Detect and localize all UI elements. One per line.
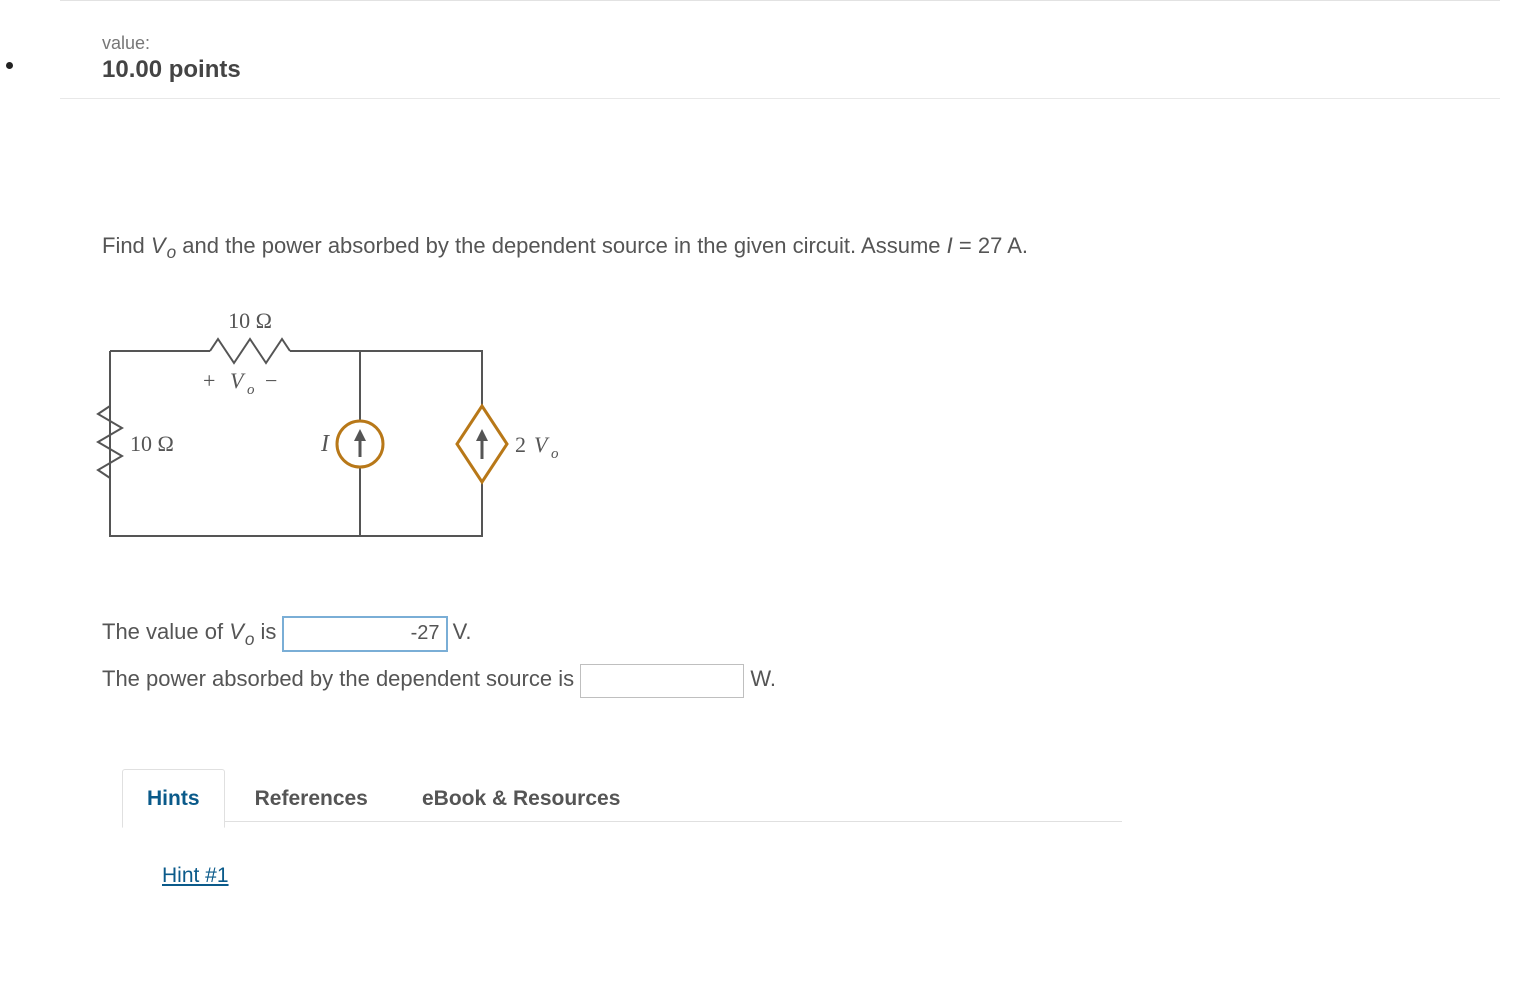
answer-label: is	[254, 619, 282, 644]
vo-value-input[interactable]	[283, 617, 447, 651]
question-prompt: Find Vo and the power absorbed by the de…	[102, 229, 1500, 266]
list-bullet-icon	[6, 62, 13, 69]
tab-references[interactable]: References	[231, 770, 392, 828]
question-text: Find	[102, 233, 151, 258]
hints-panel: Hint #1	[122, 822, 1500, 952]
resistor-top-label: 10 Ω	[228, 308, 272, 333]
vo-sub: o	[247, 382, 255, 398]
vo-variable: Vo	[151, 233, 176, 258]
answer-label: The value of	[102, 619, 229, 644]
question-card: value: 10.00 points Find Vo and the powe…	[60, 0, 1500, 991]
unit-label: W.	[750, 666, 776, 691]
circuit-diagram: 10 Ω + V o − 10 Ω I 2 V o	[90, 306, 1500, 585]
resistor-left-label: 10 Ω	[130, 431, 174, 456]
tab-hints[interactable]: Hints	[122, 769, 225, 829]
answer-label: The power absorbed by the dependent sour…	[102, 666, 580, 691]
hint-1-link[interactable]: Hint #1	[162, 864, 229, 887]
vo-polarity-minus: −	[265, 368, 277, 393]
tabs-bar: Hints References eBook & Resources	[122, 768, 1122, 822]
current-source-label: I	[320, 431, 330, 457]
vo-variable: Vo	[229, 619, 254, 644]
question-content: Find Vo and the power absorbed by the de…	[60, 99, 1500, 991]
dep-source-coeff: 2	[515, 432, 526, 457]
answer-row-vo: The value of Vo is V.	[102, 615, 1500, 652]
value-label: value:	[102, 33, 1500, 54]
question-text: and the power absorbed by the dependent …	[176, 233, 946, 258]
unit-label: V.	[453, 619, 472, 644]
question-text: = 27 A.	[953, 233, 1028, 258]
points-value: 10.00 points	[102, 56, 1500, 84]
vo-label: V	[230, 368, 246, 393]
tab-ebook-resources[interactable]: eBook & Resources	[398, 770, 644, 828]
dep-source-v: V	[534, 432, 550, 457]
dep-source-sub: o	[551, 446, 559, 462]
question-header: value: 10.00 points	[60, 1, 1500, 99]
vo-polarity-plus: +	[203, 368, 215, 393]
answer-row-power: The power absorbed by the dependent sour…	[102, 662, 1500, 698]
power-value-input[interactable]	[580, 664, 744, 698]
